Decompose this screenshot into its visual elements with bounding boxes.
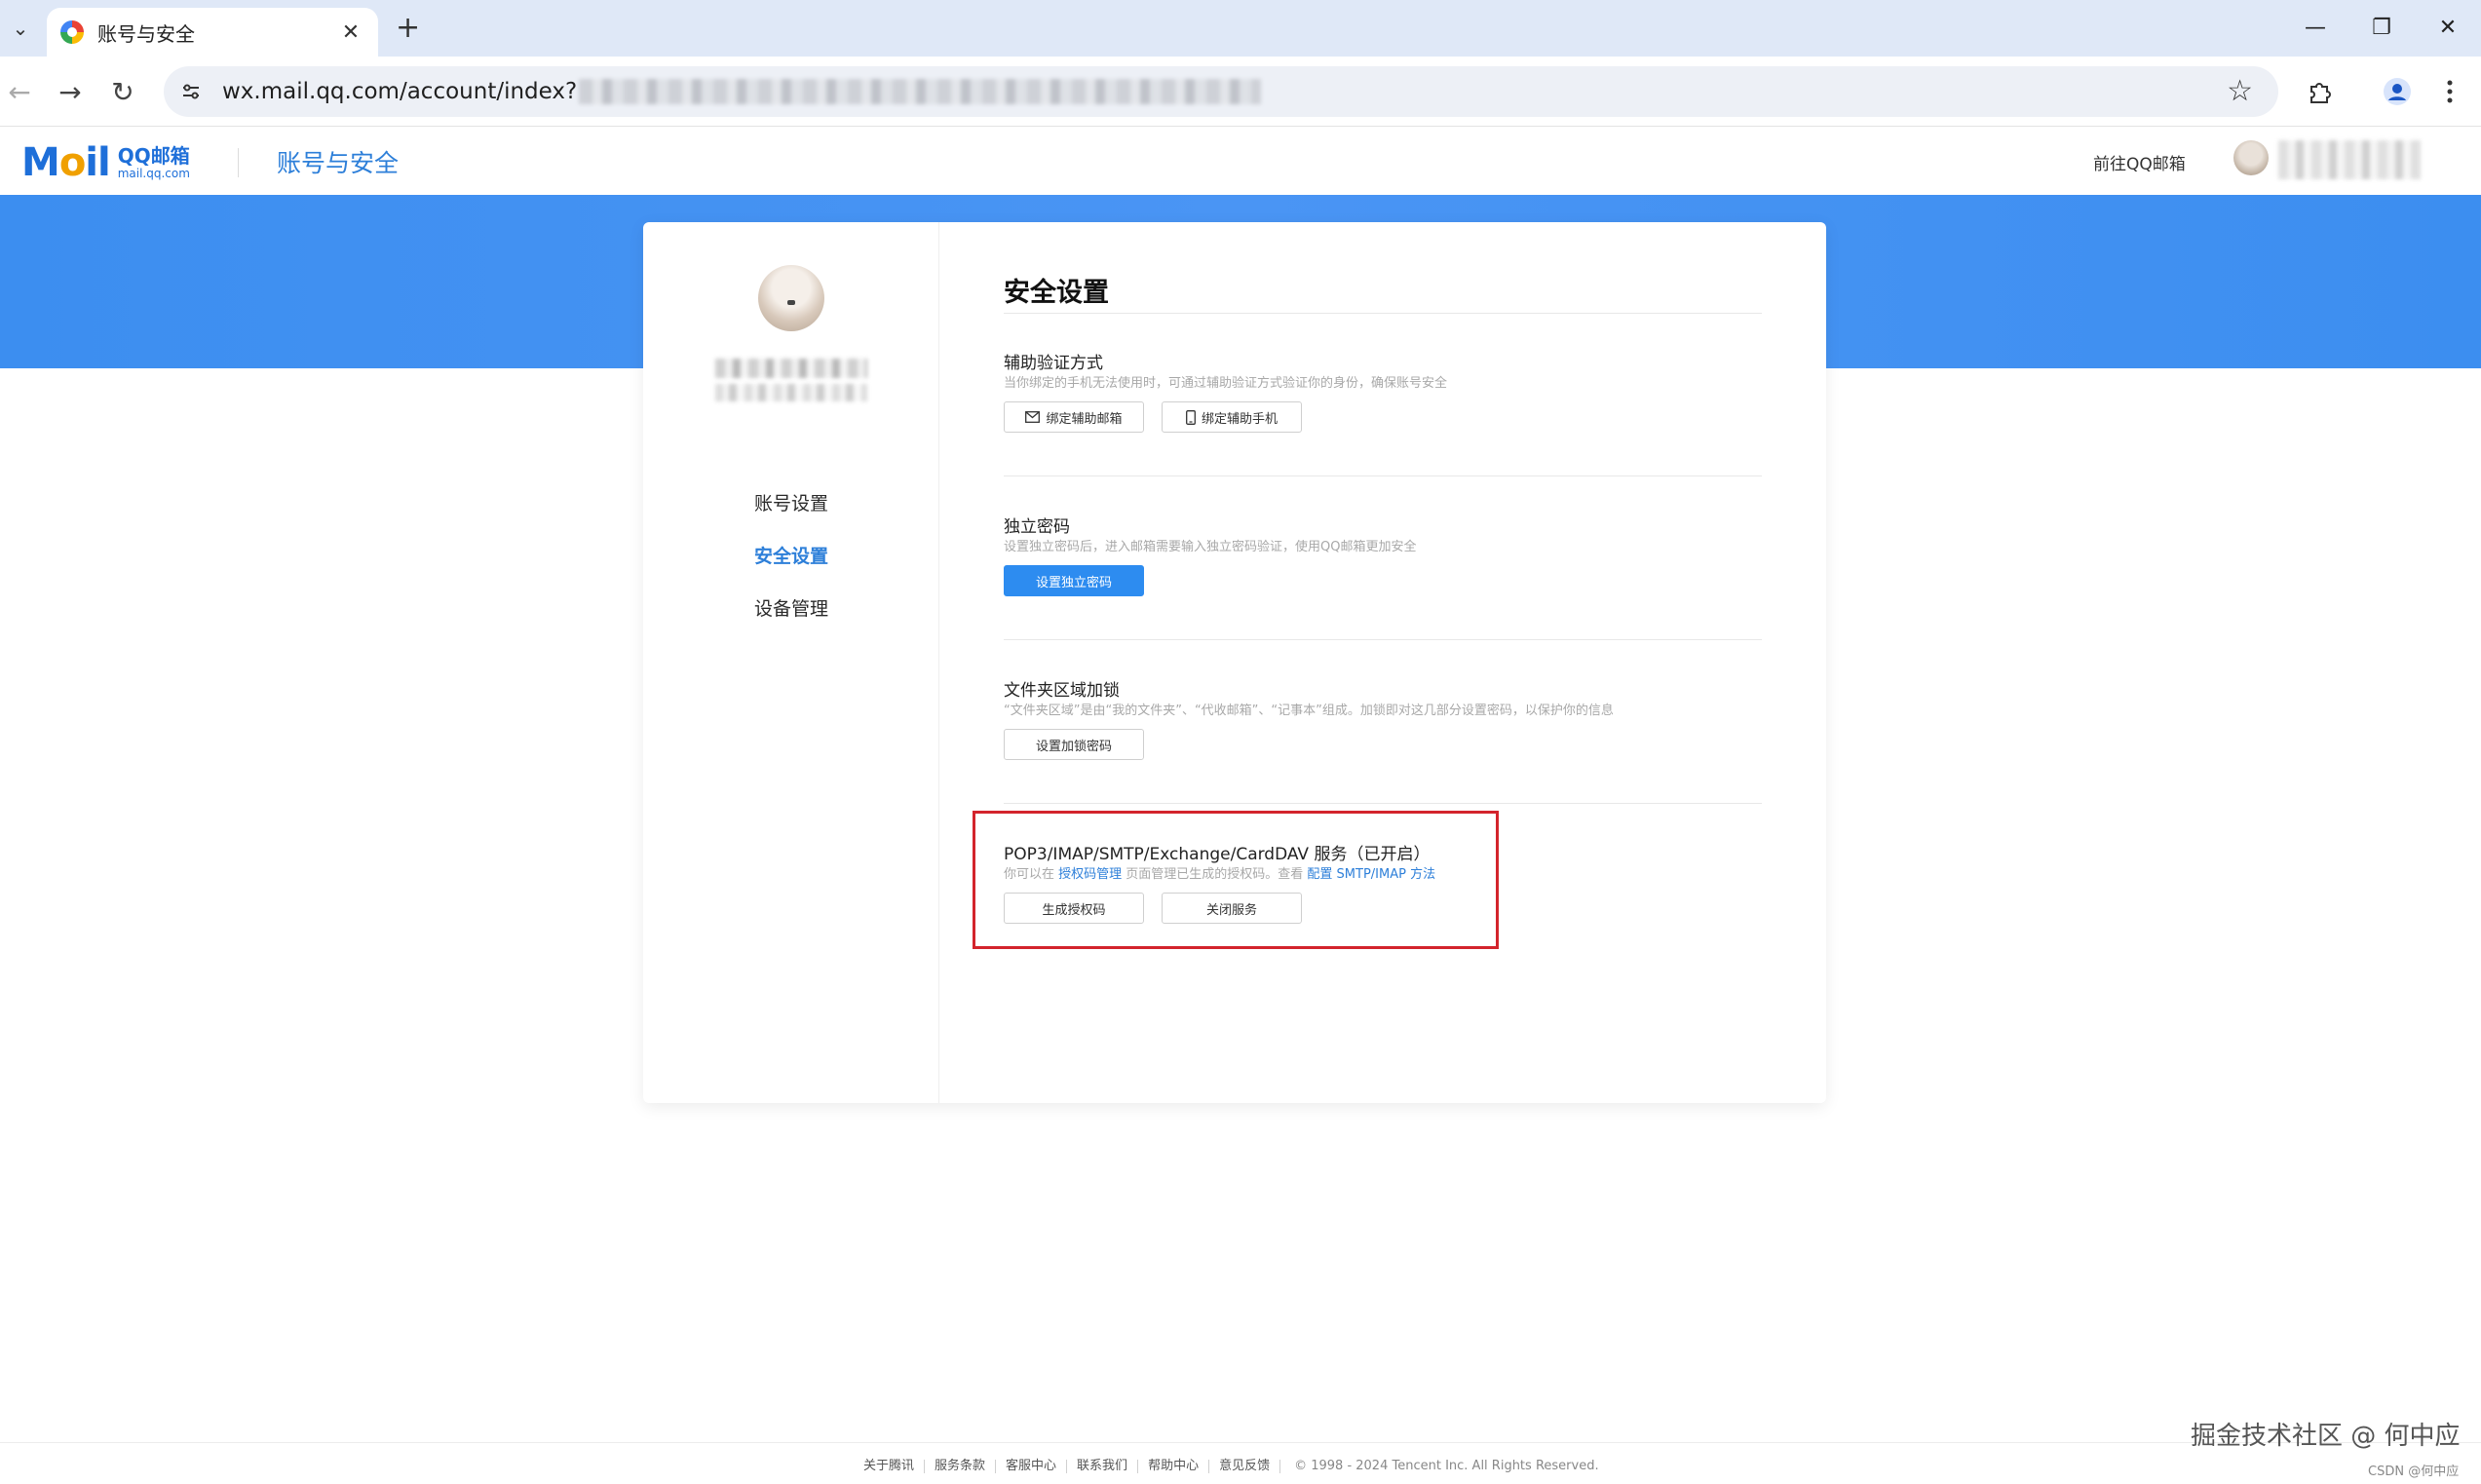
footer-link-about[interactable]: 关于腾讯 xyxy=(854,1459,926,1473)
settings-sidebar: 账号设置 安全设置 设备管理 xyxy=(643,222,939,1103)
bind-backup-phone-label: 绑定辅助手机 xyxy=(1201,411,1278,427)
reload-icon[interactable]: ↻ xyxy=(103,72,142,111)
csdn-watermark: CSDN @何中应 xyxy=(2368,1465,2460,1479)
settings-card: 账号设置 安全设置 设备管理 安全设置 辅助验证方式 当你绑定的手机无法使用时，… xyxy=(643,222,1826,1103)
extensions-puzzle-icon[interactable] xyxy=(2300,72,2339,111)
profile-avatar xyxy=(758,265,824,331)
user-avatar[interactable] xyxy=(2233,140,2269,175)
section-divider xyxy=(1004,803,1762,804)
url-redacted-blur xyxy=(579,79,1262,104)
footer-copyright: © 1998 - 2024 Tencent Inc. All Rights Re… xyxy=(1294,1459,1599,1473)
minimize-icon[interactable]: — xyxy=(2296,10,2335,45)
bind-backup-phone-button[interactable]: 绑定辅助手机 xyxy=(1162,401,1302,433)
qq-mail-favicon-icon xyxy=(60,20,84,44)
new-tab-plus-icon[interactable]: + xyxy=(396,12,420,45)
goto-qq-mail-link[interactable]: 前往QQ邮箱 xyxy=(2093,150,2186,174)
tab-list-chevron-icon[interactable]: ⌄ xyxy=(6,12,35,45)
header-divider xyxy=(238,148,239,177)
url-text: wx.mail.qq.com/account/index? xyxy=(222,79,578,104)
tab-title: 账号与安全 xyxy=(97,21,195,46)
mail-icon xyxy=(1025,411,1041,423)
footer-link-feedback[interactable]: 意见反馈 xyxy=(1209,1459,1281,1473)
title-divider xyxy=(1004,313,1762,314)
page-header: Moil QQ邮箱 mail.qq.com 账号与安全 前往QQ邮箱 xyxy=(0,127,2481,195)
bind-backup-email-label: 绑定辅助邮箱 xyxy=(1046,411,1123,427)
page-title: 账号与安全 xyxy=(277,149,400,177)
juejin-watermark: 掘金技术社区 @ 何中应 xyxy=(2191,1422,2461,1451)
section-title: 文件夹区域加锁 xyxy=(1004,681,1120,701)
set-independent-password-button[interactable]: 设置独立密码 xyxy=(1004,565,1144,596)
footer-links: 关于腾讯 服务条款 客服中心 联系我们 帮助中心 意见反馈 © 1998 - 2… xyxy=(854,1459,1599,1473)
profile-avatar-icon[interactable] xyxy=(2378,72,2417,111)
forward-arrow-icon[interactable]: → xyxy=(51,72,90,111)
annotation-highlight-box xyxy=(973,811,1499,949)
logo-en: mail.qq.com xyxy=(117,167,190,180)
footer-link-support[interactable]: 客服中心 xyxy=(996,1459,1068,1473)
restore-icon[interactable]: ❐ xyxy=(2362,10,2401,45)
sidebar-item-account-settings[interactable]: 账号设置 xyxy=(643,477,939,530)
browser-tab[interactable]: 账号与安全 ✕ xyxy=(47,8,378,57)
browser-toolbar: ← → ↻ wx.mail.qq.com/account/index? ☆ xyxy=(0,57,2481,127)
browser-menu-kebab-icon[interactable] xyxy=(2430,72,2469,111)
sidebar-item-device-management[interactable]: 设备管理 xyxy=(643,583,939,635)
section-desc: 当你绑定的手机无法使用时，可通过辅助验证方式验证你的身份，确保账号安全 xyxy=(1004,376,1448,391)
section-divider xyxy=(1004,639,1762,640)
section-title: 独立密码 xyxy=(1004,517,1070,537)
content-title: 安全设置 xyxy=(1004,278,1109,308)
user-name-redacted-blur xyxy=(2278,140,2421,179)
page-footer: 关于腾讯 服务条款 客服中心 联系我们 帮助中心 意见反馈 © 1998 - 2… xyxy=(0,1442,2481,1484)
sidebar-nav: 账号设置 安全设置 设备管理 xyxy=(643,477,939,635)
section-title: 辅助验证方式 xyxy=(1004,354,1103,373)
sidebar-item-security-settings[interactable]: 安全设置 xyxy=(643,530,939,583)
qq-mail-logo[interactable]: Moil QQ邮箱 mail.qq.com xyxy=(21,140,190,185)
section-desc: “文件夹区域”是由“我的文件夹”、“代收邮箱”、“记事本”组成。加锁即对这几部分… xyxy=(1004,704,1614,718)
set-lock-password-button[interactable]: 设置加锁密码 xyxy=(1004,729,1144,760)
footer-link-terms[interactable]: 服务条款 xyxy=(925,1459,997,1473)
bind-backup-email-button[interactable]: 绑定辅助邮箱 xyxy=(1004,401,1144,433)
back-arrow-icon[interactable]: ← xyxy=(0,72,39,111)
site-info-icon[interactable] xyxy=(172,72,210,111)
footer-link-help[interactable]: 帮助中心 xyxy=(1138,1459,1210,1473)
logo-mark: Moil xyxy=(21,140,111,185)
phone-icon xyxy=(1186,409,1196,425)
tab-close-icon[interactable]: ✕ xyxy=(337,20,364,45)
email-redacted-blur xyxy=(715,384,867,401)
nickname-redacted-blur xyxy=(715,359,867,378)
window-close-icon[interactable]: ✕ xyxy=(2428,10,2467,45)
footer-link-contact[interactable]: 联系我们 xyxy=(1067,1459,1139,1473)
address-bar[interactable]: wx.mail.qq.com/account/index? ☆ xyxy=(164,66,2278,117)
bookmark-star-icon[interactable]: ☆ xyxy=(2227,74,2253,108)
logo-cn: QQ邮箱 xyxy=(117,144,190,168)
section-desc: 设置独立密码后，进入邮箱需要输入独立密码验证，使用QQ邮箱更加安全 xyxy=(1004,540,1417,554)
browser-tabstrip: ⌄ 账号与安全 ✕ + — ❐ ✕ xyxy=(0,0,2481,57)
